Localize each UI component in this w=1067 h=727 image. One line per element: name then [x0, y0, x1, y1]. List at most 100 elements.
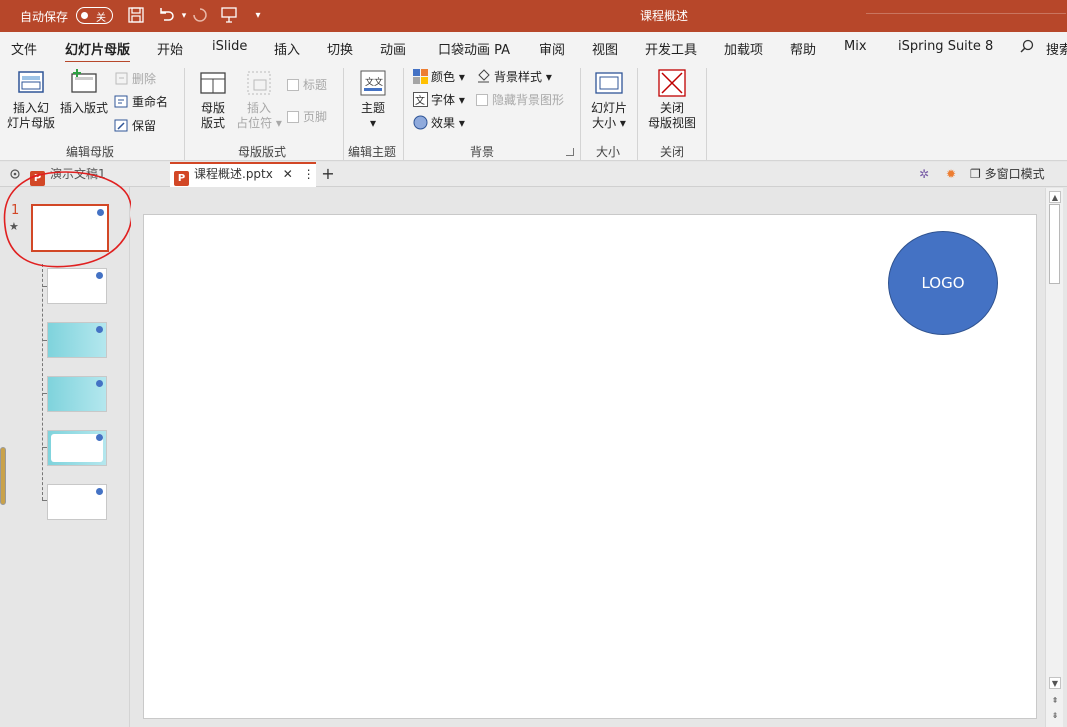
doc-tab-presentation1-label: 演示文稿1 — [50, 167, 106, 181]
preserve-button[interactable]: 保留 — [114, 117, 156, 135]
layout-connector-line — [42, 264, 43, 500]
footer-checkbox[interactable]: 页脚 — [287, 108, 327, 126]
powerpoint-file-icon: P — [30, 171, 45, 186]
close-icon[interactable]: ✕ — [283, 167, 293, 181]
layout-thumbnail[interactable] — [47, 268, 107, 304]
group-separator — [706, 68, 707, 160]
tab-help[interactable]: 帮助 — [790, 39, 816, 58]
save-icon[interactable] — [126, 6, 146, 26]
delete-button[interactable]: 删除 — [114, 70, 156, 88]
themes-button[interactable]: 文文 主题 ▾ — [354, 68, 392, 131]
tab-transitions[interactable]: 切换 — [327, 39, 353, 58]
group-separator — [580, 68, 581, 160]
settings-icon[interactable] — [4, 162, 26, 187]
background-styles-dropdown[interactable]: 背景样式 ▾ — [476, 68, 552, 86]
add-icon[interactable]: + — [320, 162, 336, 187]
animation-star-icon: ★ — [9, 220, 19, 233]
close-master-view-button[interactable]: 关闭 母版视图 — [645, 68, 699, 131]
tab-search[interactable]: 搜索 — [1046, 39, 1067, 58]
more-options-icon[interactable]: ⋮ — [303, 167, 315, 181]
layout-thumbnail[interactable] — [47, 484, 107, 520]
tab-mix[interactable]: Mix — [844, 39, 867, 54]
gear-icon[interactable]: ✹ — [940, 162, 962, 187]
effects-dropdown[interactable]: 效果 ▾ — [413, 114, 465, 132]
group-separator — [184, 68, 185, 160]
scrollbar-thumb[interactable] — [1049, 204, 1060, 284]
group-label-edit-theme: 编辑主题 — [348, 145, 397, 159]
rename-label: 重命名 — [132, 95, 169, 109]
rename-button[interactable]: 重命名 — [114, 93, 168, 111]
present-icon[interactable] — [219, 6, 239, 26]
vertical-scrollbar[interactable]: ▲ ▼ ⇞ ⇟ — [1045, 188, 1063, 727]
effects-icon — [413, 115, 428, 130]
tab-ispring[interactable]: iSpring Suite 8 — [898, 39, 993, 54]
slide-size-button[interactable]: 幻灯片 大小 ▾ — [588, 68, 630, 131]
layout-thumbnail[interactable] — [47, 322, 107, 358]
insert-slide-master-label-line2: 灯片母版 — [6, 116, 55, 130]
titlebar-decoration — [866, 13, 1066, 14]
delete-icon — [115, 72, 128, 85]
footer-checkbox-box — [287, 111, 299, 123]
logo-placeholder[interactable]: LOGO — [888, 231, 998, 335]
ribbon: 插入幻 灯片母版 插入版式 删除 重命名 保留 编辑母版 母版 版式 插入 占位… — [0, 62, 1067, 161]
pane-resize-handle[interactable] — [0, 447, 6, 505]
layout-thumbnail[interactable] — [47, 430, 107, 466]
search-icon[interactable] — [1020, 39, 1034, 53]
doc-tab-presentation1[interactable]: P 演示文稿1 — [30, 162, 166, 187]
doc-tab-course-overview[interactable]: P 课程概述.pptx ✕ ⋮ — [170, 162, 316, 187]
autosave-toggle[interactable]: 关 — [76, 7, 113, 24]
tab-animations[interactable]: 动画 — [380, 39, 406, 58]
tab-slide-master[interactable]: 幻灯片母版 — [65, 39, 131, 64]
pin-icon — [114, 119, 128, 132]
logo-dot — [96, 488, 103, 495]
master-layout-label-line2: 版式 — [200, 116, 225, 130]
layout-thumbnail[interactable] — [47, 376, 107, 412]
tab-pocket-animation[interactable]: 口袋动画 PA — [438, 39, 510, 58]
master-layout-button[interactable]: 母版 版式 — [195, 68, 231, 131]
doc-tab-course-overview-label: 课程概述.pptx — [194, 167, 273, 181]
insert-placeholder-icon — [247, 71, 271, 95]
slide-master-thumbnail[interactable] — [31, 204, 109, 252]
document-tab-bar: P 演示文稿1 P 课程概述.pptx ✕ ⋮ + ✲ ✹ ❐ 多窗口模式 — [0, 162, 1067, 187]
scroll-down-icon[interactable]: ▼ — [1049, 677, 1061, 689]
group-label-edit-master: 编辑母版 — [66, 145, 115, 159]
previous-slide-icon[interactable]: ⇞ — [1049, 695, 1061, 707]
fonts-icon: 文 — [413, 92, 428, 107]
tab-review[interactable]: 审阅 — [539, 39, 565, 58]
insert-placeholder-button[interactable]: 插入 占位符 ▾ — [235, 68, 283, 131]
insert-layout-icon — [71, 69, 97, 93]
fonts-label: 字体 — [431, 93, 456, 107]
background-styles-label: 背景样式 — [494, 70, 543, 84]
tab-file[interactable]: 文件 — [11, 39, 37, 58]
tab-addins[interactable]: 加载项 — [724, 39, 763, 58]
redo-icon[interactable] — [190, 6, 210, 26]
logo-dot — [97, 209, 104, 216]
themes-icon: 文文 — [360, 70, 386, 96]
tab-view[interactable]: 视图 — [592, 39, 618, 58]
title-checkbox[interactable]: 标题 — [287, 76, 327, 94]
colors-dropdown[interactable]: 颜色 ▾ — [413, 68, 465, 86]
scroll-up-icon[interactable]: ▲ — [1049, 191, 1061, 203]
powerpoint-file-icon: P — [174, 171, 189, 186]
magic-wand-icon[interactable]: ✲ — [912, 162, 936, 187]
insert-slide-master-button[interactable]: 插入幻 灯片母版 — [6, 68, 56, 131]
tab-insert[interactable]: 插入 — [274, 39, 300, 58]
multi-window-mode-button[interactable]: ❐ 多窗口模式 — [970, 162, 1060, 187]
hide-background-checkbox[interactable]: 隐藏背景图形 — [476, 91, 564, 109]
tab-developer[interactable]: 开发工具 — [645, 39, 697, 58]
insert-layout-button[interactable]: 插入版式 — [59, 68, 109, 116]
undo-icon[interactable] — [156, 6, 176, 26]
rename-icon — [114, 95, 128, 108]
dialog-launcher-icon[interactable] — [566, 148, 574, 156]
tab-islide[interactable]: iSlide — [212, 39, 247, 54]
hide-background-checkbox-box — [476, 94, 488, 106]
insert-slide-master-label-line1: 插入幻 — [12, 101, 49, 115]
tab-home[interactable]: 开始 — [157, 39, 183, 58]
powerpoint-window: 自动保存 关 ▾ ▾ 课程概述 文件 幻灯片母版 开始 iSlide 插入 切换… — [0, 0, 1067, 727]
delete-label: 删除 — [132, 72, 157, 86]
next-slide-icon[interactable]: ⇟ — [1049, 710, 1061, 722]
hide-background-label: 隐藏背景图形 — [492, 93, 565, 107]
customize-toolbar-icon[interactable]: ▾ — [248, 6, 268, 26]
svg-text:文: 文 — [415, 94, 425, 107]
fonts-dropdown[interactable]: 文字体 ▾ — [413, 91, 465, 109]
